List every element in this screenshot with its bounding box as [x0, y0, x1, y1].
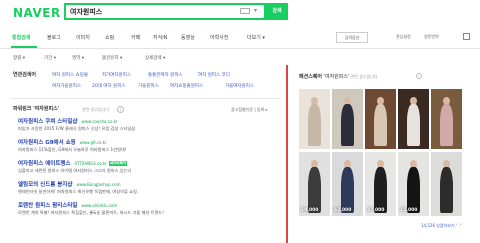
active-tab-indicator [11, 46, 37, 48]
powerlink-register-link[interactable]: 광고집행기준 | 등록 ▸ [231, 107, 268, 113]
product-price: 19,000 [301, 208, 319, 213]
fashion-square-title: 패션스퀘어 '여자원피스' 관련 광고입니다 [299, 73, 378, 81]
product-thumbnail[interactable] [431, 89, 462, 149]
powerlink-title-prefix: 파워링크 [13, 106, 34, 112]
product-price: 15,000 [400, 208, 418, 213]
fashion-square-subtitle: 관련 광고입니다 [349, 74, 378, 79]
product-thumbnail[interactable]: 42,000 [332, 152, 363, 216]
filter-sort-label: 정렬 [13, 56, 22, 61]
product-thumbnail[interactable] [365, 89, 396, 149]
ad-description: 로렌찬 계약 특별! 여자원피스 특집할인, 롱&숏·블론미트, 워시드 가을 … [18, 210, 164, 215]
product-thumbnail[interactable]: 15,000 [398, 152, 429, 216]
ad-description: 피임가 사랑한 2015 F/W 클래식 원피스 신상! 유럽 감성 스타일샵 [18, 126, 136, 131]
english-translate-link[interactable]: 영문번역 [424, 34, 439, 40]
ad-item: 여자원피스 에이트랭스 ATTRANGS.co.kr 네이버페이 심플하고 세련된 … [18, 160, 278, 174]
related-link[interactable]: 여자가을원피스 [52, 83, 81, 90]
tab-more-label: 더보기 [247, 35, 261, 41]
product-price: 37,000 [367, 208, 385, 213]
powerlink-title: 파워링크 '여자원피스' [13, 106, 59, 113]
filter-area[interactable]: 영역 ▾ [72, 55, 84, 62]
tab-integrated[interactable]: 통합검색 [12, 34, 30, 42]
filter-sort[interactable]: 정렬 ▾ [13, 55, 25, 62]
related-searches-label: 연관검색어 [13, 72, 37, 78]
related-link[interactable]: 여자쇼핑몰원피스 [170, 83, 203, 90]
share-icon[interactable] [463, 33, 470, 40]
ad-url[interactable]: www.BongJashop.com [76, 182, 120, 187]
filter-keep-options-label: 옵션유지 [102, 56, 119, 61]
filter-detail-search-label: 상세검색 [145, 56, 162, 61]
ad-url[interactable]: www.coocha.co.kr [82, 119, 118, 124]
column-separator [286, 65, 288, 243]
naverpay-badge: 네이버페이 [108, 161, 127, 166]
product-thumbnail[interactable] [299, 89, 330, 149]
related-link[interactable]: 가을여자원피스 [225, 83, 254, 90]
tab-blog[interactable]: 블로그 [47, 34, 61, 42]
ad-item: 여자원피스 G9에서 쇼핑 www.g9.co.kr 여자원피스 11%할인, G… [18, 139, 278, 153]
filter-keep-options[interactable]: 옵션유지 ▾ [102, 55, 122, 62]
product-thumbnail[interactable] [398, 89, 429, 149]
tab-dictionary[interactable]: 어학사전 [210, 34, 228, 42]
more-products-link[interactable]: 14,526 상품더보기 [421, 223, 455, 229]
product-thumbnail[interactable] [332, 89, 363, 149]
info-icon[interactable]: i [117, 106, 124, 113]
tab-more[interactable]: 더보기 ▾ [247, 34, 265, 42]
ad-title[interactable]: 로렌찬 원피스 팜리스타일 [18, 203, 78, 209]
ad-item: 로렌찬 원피스 팜리스타일 www.aliceklu.com 로렌찬 계약 특별!… [18, 202, 278, 216]
naver-logo[interactable]: NAVER [13, 7, 61, 19]
product-thumbnail[interactable]: 19,000 [299, 152, 330, 216]
ad-title[interactable]: 여자원피스 쿠쳐 스타일샵 [18, 119, 78, 125]
related-link[interactable]: 여자 원피스 쇼핑몰 [52, 72, 88, 79]
tab-video[interactable]: 동영상 [181, 34, 195, 42]
related-link[interactable]: 저가여자원피스 [102, 72, 131, 79]
ad-description: 심플하고 세련된 원피스 아이템 여자원피스 그녀가 원피스 입는다 [18, 168, 132, 173]
ad-url[interactable]: ATTRANGS.co.kr [75, 161, 107, 166]
search-button[interactable]: 검색 [266, 3, 288, 20]
fashion-square-name: 패션스퀘어 [299, 74, 323, 80]
ad-description: 엔레인터넷 날씬하게! 여자원피스 최신유행 독점판매, 여성의류 쇼핑. [18, 189, 139, 194]
related-link[interactable]: 20대 여자 원피스 [92, 83, 125, 90]
section-divider [10, 98, 280, 99]
related-link[interactable]: 가을원피스 [138, 83, 159, 90]
product-thumbnail[interactable]: 37,000 [365, 152, 396, 216]
product-price: 42,000 [334, 208, 352, 213]
ad-url[interactable]: www.g9.co.kr [80, 140, 107, 145]
powerlink-query: '여자원피스' [33, 106, 60, 112]
powerlink-subtitle: 관련 광고입니다 [82, 107, 110, 112]
search-options-button[interactable]: 검색옵션 [336, 32, 368, 43]
tab-kin[interactable]: 지식iN [153, 34, 167, 42]
filter-detail-search[interactable]: 상세검색 ▾ [145, 55, 165, 62]
ad-item: 엘림모의 신드롬 봉지샵 www.BongJashop.com 엔레인터넷 날씬하… [18, 181, 278, 195]
related-link[interactable]: 여자 원피스 코디 [198, 72, 230, 79]
filter-period[interactable]: 기간 ▾ [44, 55, 56, 62]
filter-period-label: 기간 [44, 56, 53, 61]
interest-settings-link[interactable]: 관심설정 [396, 34, 411, 40]
search-input[interactable]: 여자원피스 [70, 6, 230, 18]
pagination-arrows[interactable]: ‹ › [456, 221, 462, 229]
filter-area-label: 영역 [72, 56, 81, 61]
ad-title[interactable]: 엘림모의 신드롬 봉지샵 [18, 182, 72, 188]
ad-title[interactable]: 여자원피스 G9에서 쇼핑 [18, 140, 76, 146]
tab-image[interactable]: 이미지 [76, 34, 90, 42]
tab-cafe[interactable]: 카페 [131, 34, 140, 42]
ad-url[interactable]: www.aliceklu.com [82, 203, 118, 208]
ad-title[interactable]: 여자원피스 에이트랭스 [18, 161, 71, 167]
ad-description: 여자원피스 11%할인, G9에서 오늘하루 여자원피스 1만원대! [18, 147, 127, 152]
search-box[interactable]: 여자원피스 ▾ [64, 3, 266, 20]
header: NAVER 여자원피스 ▾ 검색 [0, 0, 480, 26]
info-icon[interactable]: i [416, 73, 422, 79]
tab-shopping[interactable]: 쇼핑 [105, 34, 114, 42]
fashion-square-panel: 패션스퀘어 '여자원피스' 관련 광고입니다 i 19,000 42,000 3… [292, 65, 472, 243]
ad-item: 여자원피스 쿠쳐 스타일샵 www.coocha.co.kr 피임가 사랑한 20… [18, 118, 278, 132]
related-link[interactable]: 통통한여자 원피스 [148, 72, 183, 79]
fashion-square-query: '여자원피스' [322, 74, 350, 80]
autocomplete-toggle-icon[interactable]: ▾ [254, 7, 257, 15]
keyboard-icon[interactable] [240, 8, 250, 14]
product-thumbnail[interactable] [431, 152, 462, 216]
